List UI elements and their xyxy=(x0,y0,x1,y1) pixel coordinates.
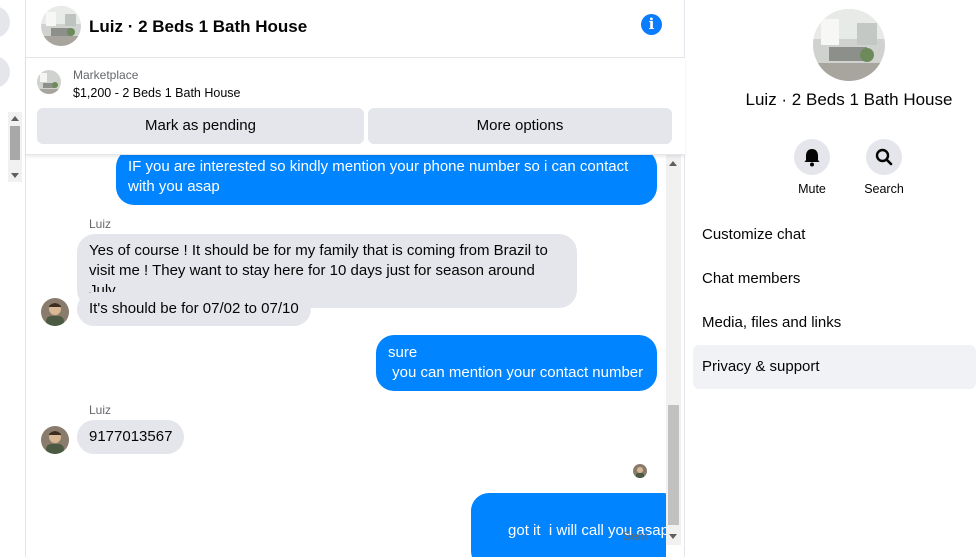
scroll-down-arrow-icon[interactable] xyxy=(11,173,19,178)
marketplace-listing-banner: Marketplace $1,200 - 2 Beds 1 Bath House… xyxy=(26,58,685,155)
house-photo-icon xyxy=(813,9,885,81)
user-photo-icon xyxy=(41,298,69,326)
mark-as-pending-button[interactable]: Mark as pending xyxy=(37,108,364,144)
message-status: Sent xyxy=(623,529,648,543)
message-text: IF you are interested so kindly mention … xyxy=(128,158,629,195)
mute-button[interactable]: Mute xyxy=(782,139,842,196)
left-scrollbar[interactable] xyxy=(8,112,22,182)
search-button[interactable]: Search xyxy=(854,139,914,196)
outgoing-message[interactable]: IF you are interested so kindly mention … xyxy=(116,155,657,205)
listing-avatar[interactable] xyxy=(41,6,81,46)
menu-media-files-links[interactable]: Media, files and links xyxy=(693,301,976,345)
outgoing-message[interactable]: got it i will call you asap xyxy=(471,493,666,557)
message-text: It's should be for 07/02 to 07/10 xyxy=(89,300,299,317)
sender-avatar[interactable] xyxy=(41,298,69,326)
scroll-up-arrow-icon[interactable] xyxy=(669,161,677,166)
sender-name: Luiz xyxy=(89,217,112,231)
scroll-up-arrow-icon[interactable] xyxy=(11,116,19,121)
chat-title[interactable]: Luiz · 2 Beds 1 Bath House xyxy=(89,17,307,37)
user-photo-icon xyxy=(633,464,647,478)
user-photo-icon xyxy=(41,426,69,454)
scroll-thumb[interactable] xyxy=(10,126,20,160)
menu-customize-chat[interactable]: Customize chat xyxy=(693,213,976,257)
incoming-message[interactable]: 9177013567 xyxy=(77,420,185,454)
incoming-message[interactable]: It's should be for 07/02 to 07/10 xyxy=(77,292,311,326)
bell-icon xyxy=(794,139,830,175)
left-sidebar-edge xyxy=(0,0,26,557)
read-receipt-avatar xyxy=(633,464,647,478)
message-text-line: sure xyxy=(388,344,418,361)
scroll-down-arrow-icon[interactable] xyxy=(669,534,677,539)
scroll-thumb[interactable] xyxy=(668,405,679,525)
search-icon xyxy=(866,139,902,175)
more-options-button[interactable]: More options xyxy=(368,108,672,144)
profile-name: Luiz · 2 Beds 1 Bath House xyxy=(745,90,953,109)
conversation-details-panel: Luiz · 2 Beds 1 Bath House Mute Search C… xyxy=(686,0,976,557)
menu-chat-members[interactable]: Chat members xyxy=(693,257,976,301)
sender-avatar[interactable] xyxy=(41,426,69,454)
mute-label: Mute xyxy=(798,182,826,196)
house-photo-icon xyxy=(41,6,81,46)
marketplace-label: Marketplace xyxy=(73,68,139,82)
sender-name: Luiz xyxy=(89,403,112,417)
info-icon[interactable]: i xyxy=(641,14,662,35)
message-text: Yes of course ! It should be for my fami… xyxy=(89,242,548,299)
chat-column: Luiz · 2 Beds 1 Bath House i Marketplace… xyxy=(26,0,685,557)
message-text: 9177013567 xyxy=(89,428,173,445)
message-list: IF you are interested so kindly mention … xyxy=(26,155,666,557)
listing-thumbnail[interactable] xyxy=(37,70,61,94)
left-nav-button[interactable] xyxy=(0,6,10,38)
profile-avatar[interactable] xyxy=(813,9,885,81)
house-photo-icon xyxy=(37,70,61,94)
left-nav-button[interactable] xyxy=(0,56,10,88)
menu-privacy-support[interactable]: Privacy & support xyxy=(693,345,976,389)
chat-header: Luiz · 2 Beds 1 Bath House i xyxy=(26,0,685,58)
message-text-line: you can mention your contact number xyxy=(388,364,644,381)
chat-scrollbar[interactable] xyxy=(666,155,681,545)
outgoing-message[interactable]: sure you can mention your contact number xyxy=(376,335,657,391)
listing-price-title[interactable]: $1,200 - 2 Beds 1 Bath House xyxy=(73,86,240,100)
search-label: Search xyxy=(864,182,904,196)
